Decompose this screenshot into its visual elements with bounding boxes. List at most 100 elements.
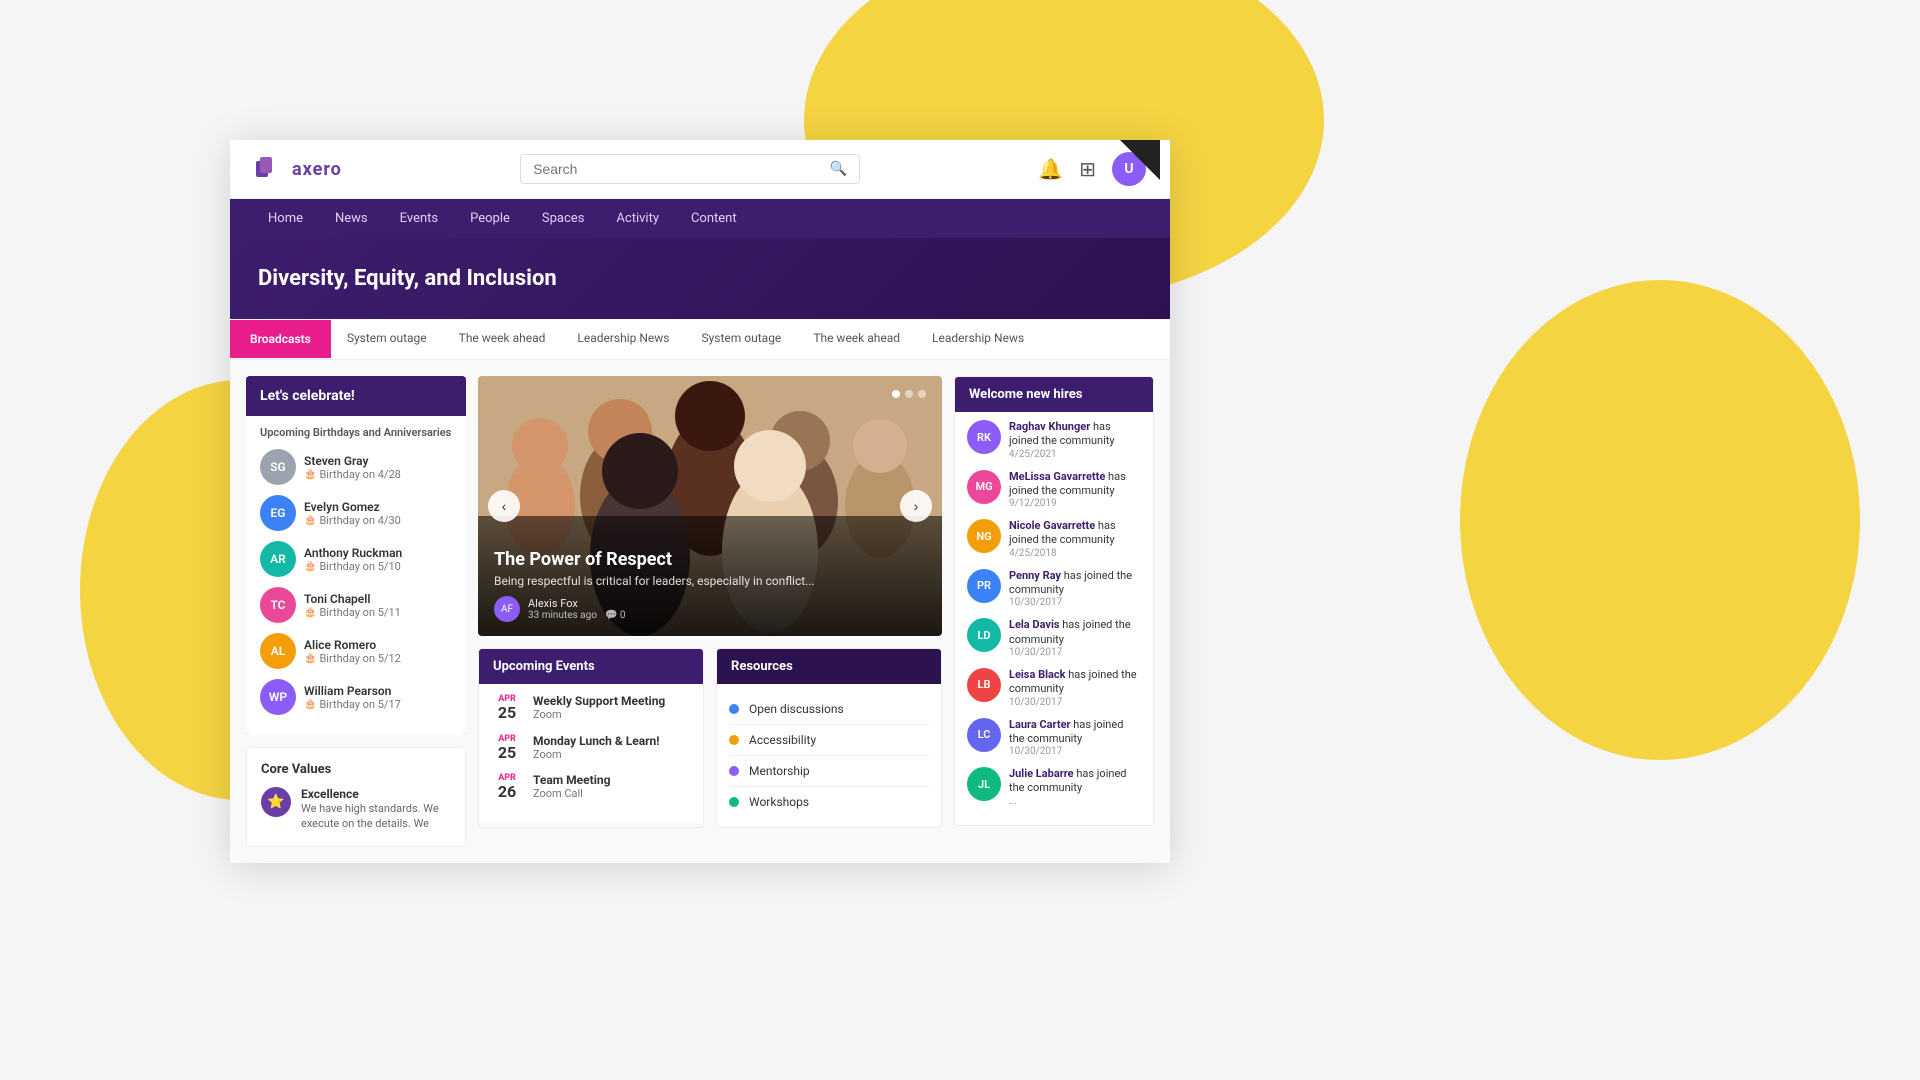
hire-name: Nicole Gavarrette has joined the communi… [1009,519,1141,548]
hire-item[interactable]: LC Laura Carter has joined the community… [967,718,1141,758]
event-name: Team Meeting [533,773,610,787]
nav-item-news[interactable]: News [321,199,382,238]
tab-6[interactable]: Leadership News [916,319,1040,359]
author-avatar: AF [494,596,520,622]
hire-avatar: RK [967,420,1001,454]
search-input[interactable] [533,161,822,177]
hero-section: Diversity, Equity, and Inclusion [230,238,1170,319]
dot-1[interactable] [892,390,900,398]
resource-item[interactable]: Mentorship [729,756,929,787]
birthday-avatar: WP [260,679,296,715]
events-header: Upcoming Events [479,649,703,684]
event-info: Monday Lunch & Learn! Zoom [533,734,660,761]
birthday-name: Toni Chapell [304,592,452,606]
nav-item-activity[interactable]: Activity [602,199,673,238]
nav-item-events[interactable]: Events [386,199,452,238]
event-date: APR 26 [491,773,523,801]
hire-date: 4/25/2018 [1009,548,1141,559]
tab-1[interactable]: System outage [331,319,443,359]
hire-avatar: LB [967,668,1001,702]
carousel-title: The Power of Respect [494,549,926,570]
hire-item[interactable]: JL Julie Labarre has joined the communit… [967,767,1141,807]
hire-avatar: LC [967,718,1001,752]
resources-card: Resources Open discussions Accessibility… [716,648,942,828]
hire-item[interactable]: PR Penny Ray has joined the community 10… [967,569,1141,609]
resource-item[interactable]: Accessibility [729,725,929,756]
hire-date: ... [1009,796,1141,807]
hire-name: Laura Carter has joined the community [1009,718,1141,747]
birthday-name: Alice Romero [304,638,452,652]
events-body: APR 25 Weekly Support Meeting Zoom APR 2… [479,684,703,823]
cake-icon: 🎂 [304,515,316,526]
hire-info: Lela Davis has joined the community 10/3… [1009,618,1141,658]
author-meta: 33 minutes ago 💬 0 [528,610,626,621]
event-item[interactable]: APR 26 Team Meeting Zoom Call [491,773,691,801]
tab-4[interactable]: System outage [686,319,798,359]
broadcasts-bar: BroadcastsSystem outageThe week aheadLea… [230,319,1170,360]
resource-item[interactable]: Workshops [729,787,929,817]
navbar: HomeNewsEventsPeopleSpacesActivityConten… [230,199,1170,238]
excellence-text: Excellence We have high standards. We ex… [301,787,451,832]
birthday-info: William Pearson 🎂 Birthday on 5/17 [304,684,452,711]
event-item[interactable]: APR 25 Monday Lunch & Learn! Zoom [491,734,691,762]
hire-item[interactable]: LB Leisa Black has joined the community … [967,668,1141,708]
hire-info: Raghav Khunger has joined the community … [1009,420,1141,460]
event-item[interactable]: APR 25 Weekly Support Meeting Zoom [491,694,691,722]
event-day: 26 [491,783,523,801]
hire-item[interactable]: LD Lela Davis has joined the community 1… [967,618,1141,658]
hire-name: Leisa Black has joined the community [1009,668,1141,697]
nav-item-people[interactable]: People [456,199,524,238]
birthday-avatar: AR [260,541,296,577]
event-info: Weekly Support Meeting Zoom [533,694,665,721]
add-icon[interactable]: ⊞ [1079,157,1096,181]
celebrate-body: Upcoming Birthdays and Anniversaries SG … [246,416,466,735]
hire-name: Penny Ray has joined the community [1009,569,1141,598]
tab-3[interactable]: Leadership News [561,319,685,359]
resource-dot [729,704,739,714]
cake-icon: 🎂 [304,699,316,710]
carousel-next-button[interactable]: › [900,490,932,522]
bell-icon[interactable]: 🔔 [1038,157,1063,181]
birthday-avatar: SG [260,449,296,485]
birthday-name: William Pearson [304,684,452,698]
cake-icon: 🎂 [304,469,316,480]
logo-icon [254,153,286,185]
hire-info: MeLissa Gavarrette has joined the commun… [1009,470,1141,510]
carousel-description: Being respectful is critical for leaders… [494,574,926,588]
hire-avatar: NG [967,519,1001,553]
excellence-icon: ⭐ [261,787,291,817]
hire-name: MeLissa Gavarrette has joined the commun… [1009,470,1141,499]
tab-5[interactable]: The week ahead [797,319,916,359]
hire-item[interactable]: RK Raghav Khunger has joined the communi… [967,420,1141,460]
new-hires-body: RK Raghav Khunger has joined the communi… [955,412,1153,825]
author-details: Alexis Fox 33 minutes ago 💬 0 [528,597,626,621]
right-sidebar: Welcome new hires RK Raghav Khunger has … [954,376,1154,847]
celebrate-header: Let's celebrate! [246,376,466,416]
event-location: Zoom [533,748,660,761]
birthday-info: Toni Chapell 🎂 Birthday on 5/11 [304,592,452,619]
excellence-item: ⭐ Excellence We have high standards. We … [261,787,451,832]
dot-2[interactable] [905,390,913,398]
carousel-prev-button[interactable]: ‹ [488,490,520,522]
main-content: Let's celebrate! Upcoming Birthdays and … [230,360,1170,863]
search-area[interactable]: 🔍 [520,154,860,184]
hire-info: Penny Ray has joined the community 10/30… [1009,569,1141,609]
hire-item[interactable]: MG MeLissa Gavarrette has joined the com… [967,470,1141,510]
dot-3[interactable] [918,390,926,398]
birthday-info: Steven Gray 🎂 Birthday on 4/28 [304,454,452,481]
birthday-name: Evelyn Gomez [304,500,452,514]
nav-item-home[interactable]: Home [254,199,317,238]
hire-avatar: MG [967,470,1001,504]
tab-0[interactable]: Broadcasts [230,320,331,358]
celebrate-card: Let's celebrate! Upcoming Birthdays and … [246,376,466,735]
resource-item[interactable]: Open discussions [729,694,929,725]
resource-label: Open discussions [749,702,844,716]
birthday-date: 🎂 Birthday on 5/12 [304,652,452,665]
events-card: Upcoming Events APR 25 Weekly Support Me… [478,648,704,828]
time-ago: 33 minutes ago [528,610,597,621]
tab-2[interactable]: The week ahead [443,319,562,359]
nav-item-spaces[interactable]: Spaces [528,199,599,238]
birthday-date: 🎂 Birthday on 5/17 [304,698,452,711]
hire-item[interactable]: NG Nicole Gavarrette has joined the comm… [967,519,1141,559]
nav-item-content[interactable]: Content [677,199,751,238]
